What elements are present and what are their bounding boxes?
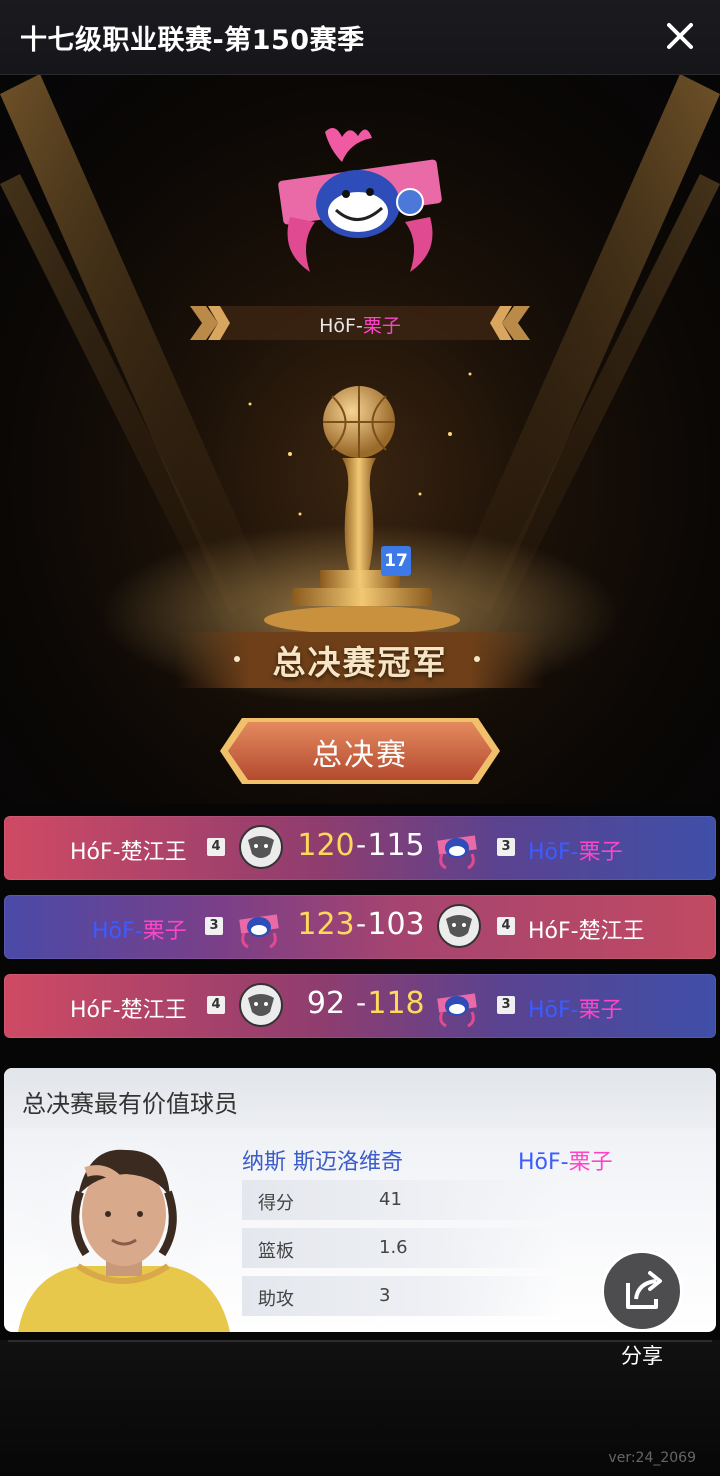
away-team-name: HóF-楚江王 xyxy=(528,919,645,944)
away-team-seed: 4 xyxy=(497,917,515,935)
home-team-name: HóF-楚江王 xyxy=(70,840,187,865)
team-name: 栗子 xyxy=(578,840,623,865)
home-team-name: HōF-栗子 xyxy=(92,913,187,945)
team-prefix: HōF- xyxy=(528,840,579,865)
divider xyxy=(8,1340,712,1342)
team-name: 栗子 xyxy=(362,315,401,337)
away-score: 115 xyxy=(367,828,425,863)
shark-team-logo-icon xyxy=(437,993,477,1028)
stat-row-rebounds: 篮板 1.6 xyxy=(242,1228,562,1268)
mvp-card-title: 总决赛最有价值球员 xyxy=(22,1090,238,1118)
shark-team-logo-icon xyxy=(437,835,477,870)
home-score: 123 xyxy=(297,907,355,942)
score-separator: - xyxy=(356,828,367,861)
close-icon[interactable] xyxy=(662,18,698,54)
away-score: 118 xyxy=(367,986,425,1021)
trophy-level-badge: 17 xyxy=(381,546,411,576)
stat-label: 篮板 xyxy=(258,1241,294,1262)
home-team-seed: 4 xyxy=(207,838,225,856)
team-name: 栗子 xyxy=(142,919,187,944)
stat-label: 得分 xyxy=(258,1193,294,1214)
champion-hero: HōF-栗子 17 总决赛冠军 总决赛 xyxy=(0,74,720,804)
version-label: ver:24_2069 xyxy=(608,1450,696,1466)
stat-row-points: 得分 41 xyxy=(242,1180,562,1220)
home-score: 120 xyxy=(297,828,355,863)
champion-team-logo xyxy=(278,128,442,272)
shark-team-logo-icon xyxy=(239,914,279,949)
away-team-seed: 3 xyxy=(497,838,515,856)
bull-team-logo-icon xyxy=(239,825,283,869)
home-team-seed: 4 xyxy=(207,996,225,1014)
mvp-team-name: HōF-栗子 xyxy=(518,1144,613,1176)
score-separator: - xyxy=(356,907,367,940)
header-bar: 十七级职业联赛-第150赛季 xyxy=(0,0,720,75)
team-prefix: HōF- xyxy=(528,998,579,1023)
mvp-player-name[interactable]: 纳斯 斯迈洛维奇 xyxy=(242,1144,403,1176)
team-prefix: HōF- xyxy=(518,1150,569,1175)
score-separator: - xyxy=(356,986,367,1019)
away-team-seed: 3 xyxy=(497,996,515,1014)
stat-value: 1.6 xyxy=(379,1237,408,1258)
finals-champion-banner: 总决赛冠军 xyxy=(175,626,545,694)
game-row-1[interactable]: HóF-楚江王 4 120 - 115 3 HōF-栗子 xyxy=(4,816,716,880)
share-icon xyxy=(626,1271,662,1309)
share-label[interactable]: 分享 xyxy=(614,1340,670,1370)
stat-row-assists: 助攻 3 xyxy=(242,1276,562,1316)
away-team-name: HōF-栗子 xyxy=(528,834,623,866)
team-name: 栗子 xyxy=(578,998,623,1023)
player-avatar xyxy=(18,1136,230,1332)
bull-team-logo-icon xyxy=(437,904,481,948)
team-name: 栗子 xyxy=(568,1150,613,1175)
share-button[interactable] xyxy=(601,1250,683,1332)
bull-team-logo-icon xyxy=(239,983,283,1027)
finals-tab-badge: 总决赛 xyxy=(220,716,500,786)
finals-label: 总决赛 xyxy=(312,738,408,773)
champion-banner-text: 总决赛冠军 xyxy=(272,643,448,682)
away-team-name: HōF-栗子 xyxy=(528,992,623,1024)
home-score: 92 xyxy=(306,986,346,1021)
champion-team-name: HōF-栗子 xyxy=(190,311,530,338)
home-team-seed: 3 xyxy=(205,917,223,935)
champion-name-banner: HōF-栗子 xyxy=(190,304,530,342)
page-title: 十七级职业联赛-第150赛季 xyxy=(20,25,365,56)
stat-label: 助攻 xyxy=(258,1289,294,1310)
away-score: 103 xyxy=(367,907,425,942)
team-prefix: HōF- xyxy=(319,315,363,337)
game-row-3[interactable]: HóF-楚江王 4 92 - 118 3 HōF-栗子 xyxy=(4,974,716,1038)
game-row-2[interactable]: HōF-栗子 3 123 - 103 4 HóF-楚江王 xyxy=(4,895,716,959)
team-prefix: HōF- xyxy=(92,919,143,944)
stat-value: 3 xyxy=(379,1285,391,1306)
stat-value: 41 xyxy=(379,1189,402,1210)
trophy-icon xyxy=(264,386,460,634)
home-team-name: HóF-楚江王 xyxy=(70,998,187,1023)
